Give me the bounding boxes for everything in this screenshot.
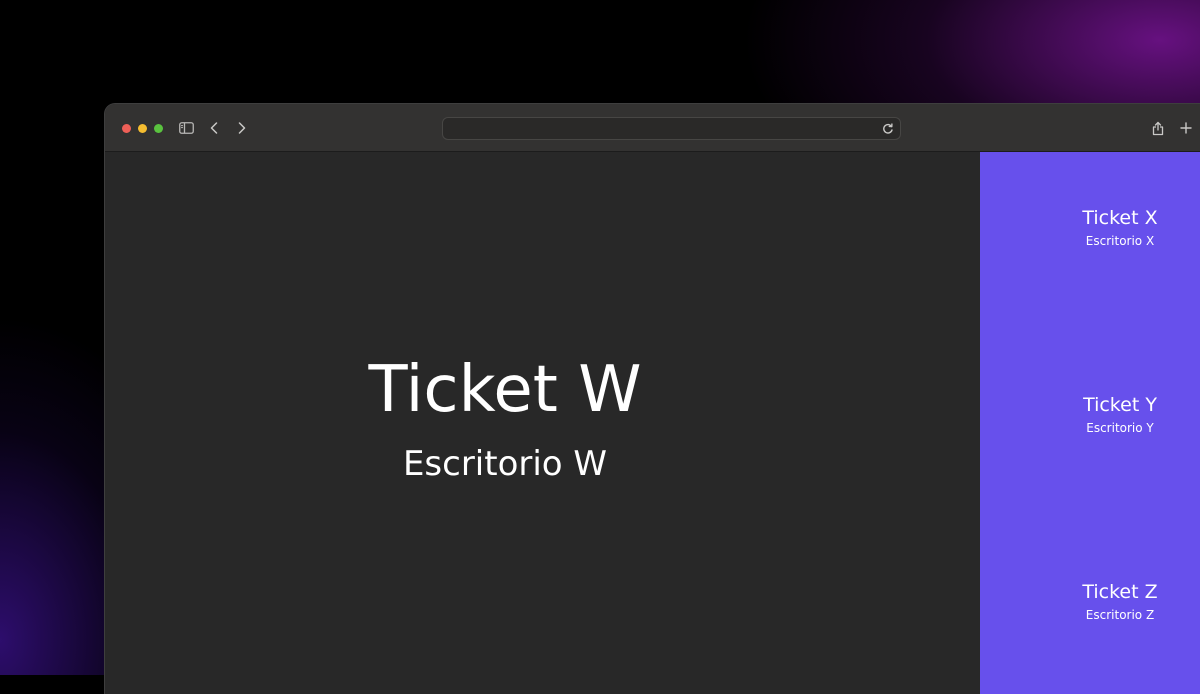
queue-item: Ticket X Escritorio X <box>980 206 1200 249</box>
current-ticket-panel: Ticket W Escritorio W <box>105 152 980 694</box>
sidebar-toggle-icon[interactable] <box>178 118 194 138</box>
address-bar[interactable] <box>442 117 901 140</box>
forward-icon[interactable] <box>236 118 248 138</box>
new-tab-icon[interactable] <box>1179 118 1193 138</box>
queue-item: Ticket Z Escritorio Z <box>980 580 1200 623</box>
queue-ticket-label: Ticket X <box>1082 207 1158 229</box>
current-ticket-label: Ticket W <box>368 353 642 427</box>
queue-ticket-label: Ticket Z <box>1082 581 1158 603</box>
queue-desk-label: Escritorio X <box>1085 234 1155 248</box>
browser-window: Ticket W Escritorio W Ticket X Escritori… <box>105 104 1200 694</box>
reload-icon[interactable] <box>881 121 895 135</box>
current-desk-label: Escritorio W <box>402 444 608 484</box>
close-window-button[interactable] <box>122 124 131 133</box>
queue-desk-label: Escritorio Y <box>1086 421 1154 435</box>
queue-item: Ticket Y Escritorio Y <box>980 393 1200 436</box>
queue-desk-label: Escritorio Z <box>1085 608 1155 622</box>
share-icon[interactable] <box>1151 118 1165 138</box>
maximize-window-button[interactable] <box>154 124 163 133</box>
browser-toolbar <box>105 104 1200 152</box>
queue-ticket-label: Ticket Y <box>1083 394 1157 416</box>
minimize-window-button[interactable] <box>138 124 147 133</box>
page-content: Ticket W Escritorio W Ticket X Escritori… <box>105 152 1200 694</box>
ticket-queue-panel: Ticket X Escritorio X Ticket Y Escritori… <box>980 152 1200 694</box>
back-icon[interactable] <box>208 118 220 138</box>
